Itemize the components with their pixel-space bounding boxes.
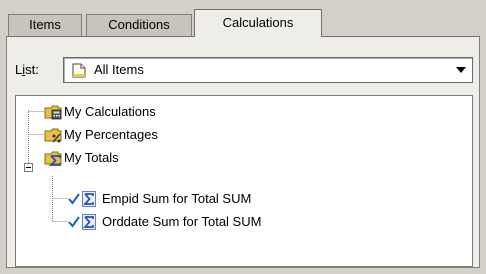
sigma-icon <box>82 191 96 207</box>
tree-node-label: Orddate Sum for Total SUM <box>102 214 262 229</box>
folder-sigma-icon <box>44 151 62 166</box>
list-row: List: All Items <box>15 57 473 83</box>
tab-calculations[interactable]: Calculations <box>194 9 322 37</box>
checkmark-icon <box>68 193 80 205</box>
list-select[interactable]: All Items <box>63 57 473 83</box>
list-select-value: All Items <box>94 62 144 77</box>
tree-node-label: My Percentages <box>64 127 158 142</box>
calculations-tree[interactable]: My Calculations My Percentages My Totals <box>15 95 473 267</box>
calculations-window: Items Conditions Calculations List: All … <box>0 0 486 274</box>
tab-bar: Items Conditions Calculations <box>6 6 480 37</box>
document-icon <box>72 63 86 78</box>
list-label: List: <box>15 62 39 77</box>
chevron-down-icon[interactable] <box>456 67 466 73</box>
folder-percent-icon <box>44 128 62 143</box>
folder-calculator-icon <box>44 105 62 120</box>
checkmark-icon <box>68 216 80 228</box>
tree-node-label: My Calculations <box>64 104 156 119</box>
sigma-icon <box>82 214 96 230</box>
calculations-panel: List: All Items My Calculations My Perce… <box>6 36 480 268</box>
tree-node-label: Empid Sum for Total SUM <box>102 191 252 206</box>
tree-node-label: My Totals <box>64 150 119 165</box>
collapse-toggle[interactable] <box>24 163 33 172</box>
tab-items[interactable]: Items <box>8 14 82 36</box>
tab-conditions[interactable]: Conditions <box>86 14 192 36</box>
